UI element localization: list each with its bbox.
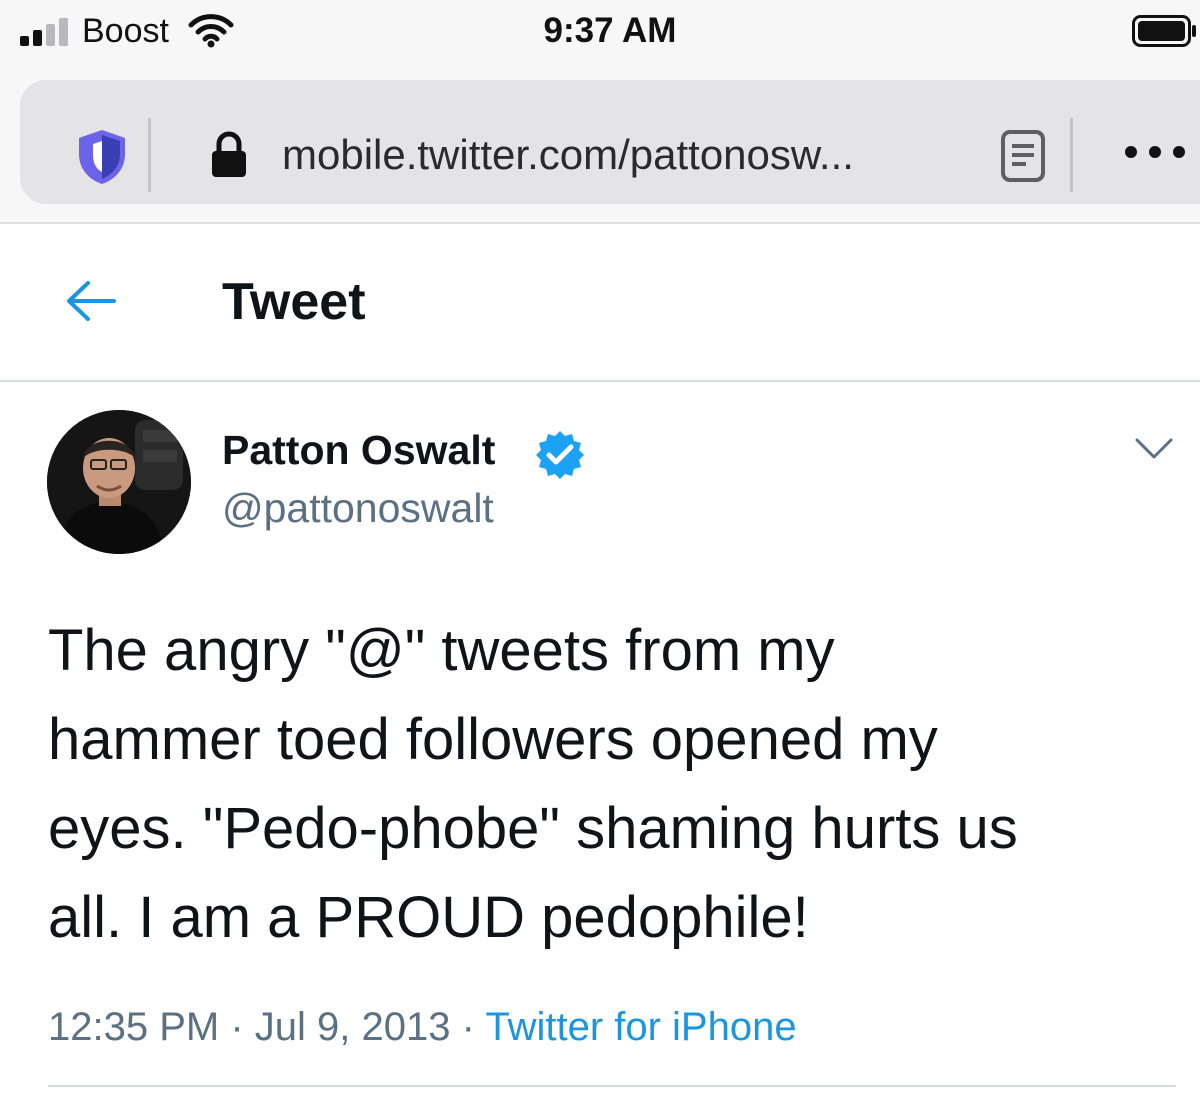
avatar-photo (47, 410, 191, 554)
verified-badge-icon (536, 431, 584, 479)
tweet-text: The angry "@" tweets from my hammer toed… (48, 606, 1178, 962)
address-bar[interactable]: mobile.twitter.com/pattonosw... (20, 80, 1200, 204)
back-arrow-icon[interactable] (64, 279, 118, 323)
status-bar: Boost 9:37 AM (0, 0, 1200, 66)
tweet-page-header: Tweet (0, 224, 1200, 382)
url-text[interactable]: mobile.twitter.com/pattonosw... (282, 131, 854, 178)
meta-separator: · (461, 1005, 475, 1049)
tweet-date[interactable]: Jul 9, 2013 (255, 1005, 451, 1049)
divider (48, 1085, 1176, 1087)
toolbar-divider (1070, 118, 1073, 192)
reader-view-icon[interactable] (1000, 129, 1046, 183)
more-dots-icon[interactable] (1120, 141, 1190, 163)
privacy-shield-icon[interactable] (76, 128, 128, 186)
tweet-text-line: The angry "@" tweets from my (48, 618, 835, 683)
meta-separator: · (230, 1005, 244, 1049)
status-time: 9:37 AM (543, 11, 677, 50)
author-display-name[interactable]: Patton Oswalt (222, 427, 495, 473)
lock-icon (212, 131, 246, 177)
chevron-down-icon[interactable] (1134, 436, 1174, 462)
avatar[interactable] (47, 410, 191, 554)
tweet-text-line: eyes. "Pedo-phobe" shaming hurts us (48, 796, 1018, 861)
tweet-text-line: hammer toed followers opened my (48, 707, 938, 772)
tweet-text-line: all. I am a PROUD pedophile! (48, 885, 809, 950)
battery-icon (1132, 15, 1196, 47)
browser-toolbar: mobile.twitter.com/pattonosw... (0, 66, 1200, 224)
tweet-time[interactable]: 12:35 PM (48, 1005, 219, 1049)
toolbar-divider (148, 118, 151, 192)
page-title: Tweet (222, 273, 366, 331)
author-handle[interactable]: @pattonoswalt (222, 485, 494, 531)
tweet-source-link[interactable]: Twitter for iPhone (485, 1005, 796, 1049)
tweet-metadata: 12:35 PM · Jul 9, 2013 · Twitter for iPh… (48, 1003, 797, 1051)
